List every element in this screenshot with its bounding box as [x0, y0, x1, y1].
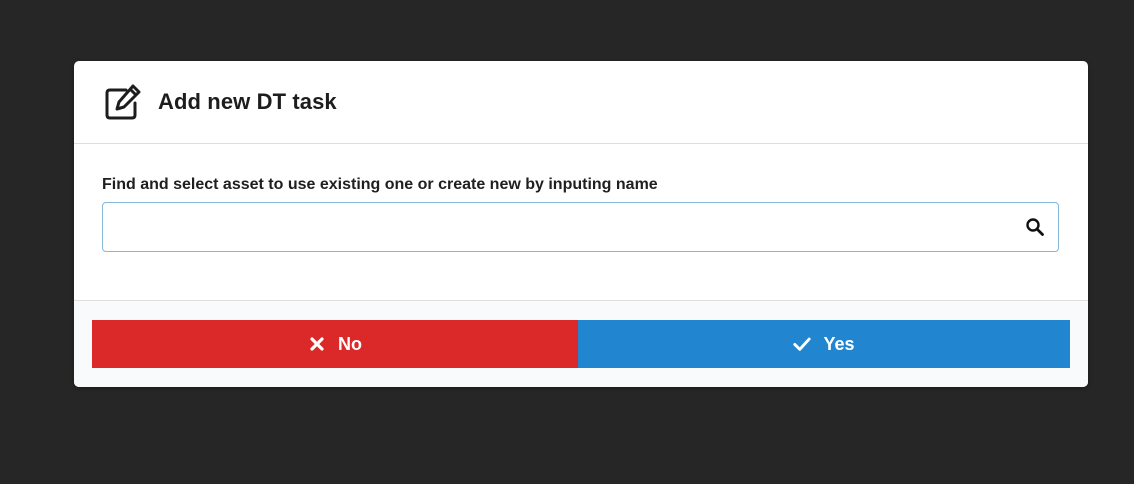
checkmark-icon: [793, 335, 812, 353]
dimmer-overlay[interactable]: Add new DT task Find and select asset to…: [0, 0, 1134, 484]
add-task-modal: Add new DT task Find and select asset to…: [74, 61, 1088, 387]
asset-search-label: Find and select asset to use existing on…: [102, 176, 658, 193]
edit-icon: [102, 81, 144, 123]
yes-button-label: Yes: [823, 333, 855, 354]
asset-search-input[interactable]: [102, 202, 1059, 252]
yes-button[interactable]: Yes: [578, 320, 1070, 368]
asset-search-wrapper: [102, 202, 1059, 252]
modal-actions: No Yes: [74, 300, 1088, 387]
modal-header: Add new DT task: [74, 61, 1088, 144]
search-icon: [1025, 217, 1045, 237]
modal-content: Find and select asset to use existing on…: [74, 144, 1088, 299]
no-button-label: No: [338, 333, 362, 354]
no-button[interactable]: No: [92, 320, 578, 368]
close-icon: [308, 335, 326, 353]
modal-title: Add new DT task: [158, 89, 337, 114]
